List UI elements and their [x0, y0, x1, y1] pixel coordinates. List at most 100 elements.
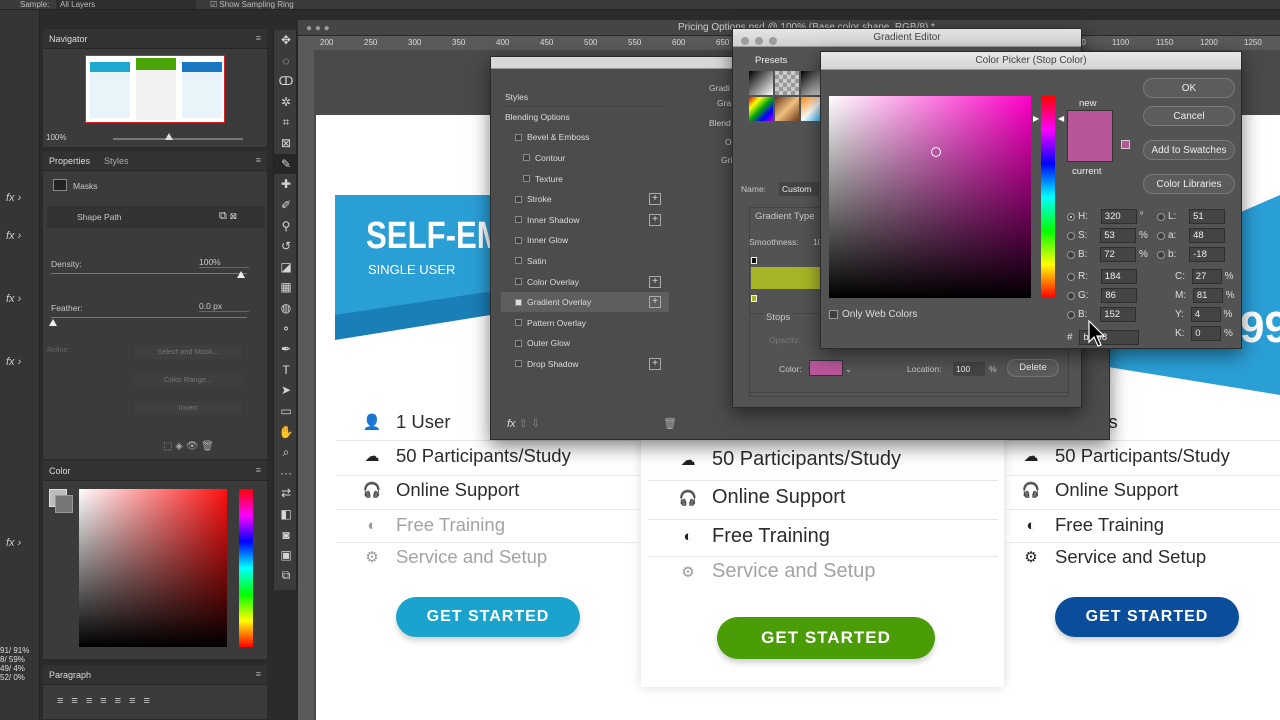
clone-stamp-icon[interactable]: ⚲ [274, 215, 298, 236]
zoom-tool-icon[interactable]: ⌕ [274, 442, 298, 463]
add-effect-icon[interactable]: + [649, 275, 661, 288]
move-tool-icon[interactable]: ✥ [274, 30, 298, 51]
style-item-satin[interactable]: Satin [501, 251, 669, 272]
get-started-button[interactable]: GET STARTED [396, 597, 580, 637]
color-field-cursor[interactable] [931, 147, 941, 157]
style-item-texture[interactable]: Texture [501, 169, 669, 190]
add-effect-icon[interactable]: + [649, 358, 661, 371]
green-row[interactable]: G: 86 [1067, 288, 1138, 303]
swap-colors-icon[interactable]: ⇄ [274, 483, 298, 504]
name-field[interactable]: Custom [779, 182, 819, 196]
sample-select[interactable]: All Layers [56, 0, 196, 9]
style-checkbox[interactable] [523, 175, 530, 183]
get-started-button-featured[interactable]: GET STARTED [717, 617, 935, 659]
healing-brush-icon[interactable]: ✚ [274, 174, 298, 195]
location-field[interactable]: 100 [953, 362, 985, 376]
only-web-colors-checkbox[interactable]: Only Web Colors [829, 309, 917, 320]
feather-slider[interactable] [51, 317, 247, 318]
panel-menu-icon[interactable]: ≡ [256, 155, 261, 165]
style-checkbox[interactable] [515, 298, 522, 306]
type-tool-icon[interactable]: T [274, 360, 298, 381]
fx-menu-icon[interactable]: fx ⇧ ⇩ [507, 417, 540, 430]
panel-menu-icon[interactable]: ≡ [256, 669, 261, 679]
feather-value[interactable]: 0.0 px [199, 301, 249, 312]
red-row[interactable]: R: 184 [1067, 269, 1137, 284]
brightness-row[interactable]: B: 72 % [1067, 247, 1148, 262]
style-item-outer-glow[interactable]: Outer Glow [501, 334, 669, 355]
chevron-down-icon[interactable]: ⌄ [845, 364, 852, 375]
style-checkbox[interactable] [515, 257, 522, 265]
style-checkbox[interactable] [515, 133, 522, 141]
fx-icon[interactable]: fx › [6, 192, 21, 204]
preset-swatch[interactable] [749, 71, 773, 95]
color-field[interactable] [79, 489, 227, 647]
select-and-mask-button[interactable]: Select and Mask... [135, 345, 241, 359]
get-started-button[interactable]: GET STARTED [1055, 597, 1239, 637]
add-effect-icon[interactable]: + [649, 193, 661, 206]
fx-icon[interactable]: fx › [6, 230, 21, 242]
opacity-stop[interactable] [751, 257, 757, 264]
hue-slider-arrow-left[interactable]: ▶ [1033, 114, 1039, 123]
add-effect-icon[interactable]: + [649, 296, 661, 309]
hue-row[interactable]: H: 320 ° [1067, 209, 1144, 224]
hue-slider[interactable] [239, 489, 253, 647]
screen-mode-icon[interactable]: ▣ [274, 545, 298, 566]
gradient-tool-icon[interactable]: ▦ [274, 277, 298, 298]
hand-tool-icon[interactable]: ✋ [274, 421, 298, 442]
properties-footer-icons[interactable]: ⬚ ◈ 👁 🗑 [163, 441, 214, 452]
history-brush-icon[interactable]: ↺ [274, 236, 298, 257]
zoom-slider[interactable] [113, 138, 243, 140]
style-checkbox[interactable] [515, 278, 522, 286]
style-item-contour[interactable]: Contour [501, 148, 669, 169]
preset-swatch[interactable] [749, 97, 773, 121]
mask-options-icon[interactable]: ⧉ ⊠ [219, 210, 237, 223]
lab-l-row[interactable]: L: 51 [1157, 209, 1226, 224]
cyan-row[interactable]: C: 27 % [1175, 269, 1233, 284]
paragraph-align-buttons[interactable]: ≡≡≡≡≡≡≡ [57, 695, 158, 707]
rectangle-tool-icon[interactable]: ▭ [274, 401, 298, 422]
tab-properties[interactable]: Properties [49, 156, 90, 166]
ok-button[interactable]: OK [1143, 78, 1235, 98]
delete-effect-icon[interactable]: 🗑 [663, 417, 677, 430]
magic-wand-icon[interactable]: ✲ [274, 92, 298, 113]
presets-grid[interactable] [749, 71, 829, 123]
lab-a-row[interactable]: a: 48 [1157, 228, 1226, 243]
hue-slider[interactable] [1041, 96, 1055, 298]
gradient-bar[interactable] [751, 267, 821, 289]
tab-styles[interactable]: Styles [104, 156, 129, 166]
style-item-gradient-overlay[interactable]: Gradient Overlay + [501, 292, 669, 313]
window-dots[interactable]: ● ● ● [306, 23, 330, 34]
style-checkbox[interactable] [523, 154, 530, 162]
preset-swatch[interactable] [775, 97, 799, 121]
lab-b-row[interactable]: b: -18 [1157, 247, 1226, 262]
dodge-tool-icon[interactable]: ⚬ [274, 318, 298, 339]
style-item-inner-shadow[interactable]: Inner Shadow + [501, 210, 669, 231]
style-checkbox[interactable] [515, 319, 522, 327]
style-checkbox[interactable] [515, 360, 522, 368]
artboard-icon[interactable]: ⧉ [274, 565, 298, 586]
delete-button[interactable]: Delete [1007, 359, 1059, 377]
quick-mask-icon[interactable]: ◙ [274, 524, 298, 545]
style-item-bevel-emboss[interactable]: Bevel & Emboss [501, 128, 669, 149]
add-effect-icon[interactable]: + [649, 213, 661, 226]
eyedropper-tool-icon[interactable]: ✎ [274, 153, 298, 175]
fx-icon[interactable]: fx › [6, 356, 21, 368]
color-stop[interactable] [751, 295, 757, 302]
style-item-inner-glow[interactable]: Inner Glow [501, 231, 669, 252]
crop-tool-icon[interactable]: ⌗ [274, 112, 298, 133]
navigator-tab[interactable]: Navigator [49, 34, 88, 44]
style-checkbox[interactable] [515, 195, 522, 203]
density-slider[interactable] [51, 273, 247, 274]
brush-tool-icon[interactable]: ✐ [274, 195, 298, 216]
style-checkbox[interactable] [515, 236, 522, 244]
density-slider-handle[interactable] [237, 271, 245, 278]
preset-swatch[interactable] [775, 71, 799, 95]
color-swatches-icon[interactable]: ◧ [274, 504, 298, 525]
fx-icon[interactable]: fx › [6, 293, 21, 305]
styles-section-title[interactable]: Styles [501, 87, 669, 107]
style-checkbox[interactable] [515, 216, 522, 224]
frame-tool-icon[interactable]: ⊠ [274, 133, 298, 154]
color-range-button[interactable]: Color Range... [135, 373, 241, 387]
panel-menu-icon[interactable]: ≡ [256, 33, 261, 43]
lasso-tool-icon[interactable]: ↀ [274, 71, 298, 92]
